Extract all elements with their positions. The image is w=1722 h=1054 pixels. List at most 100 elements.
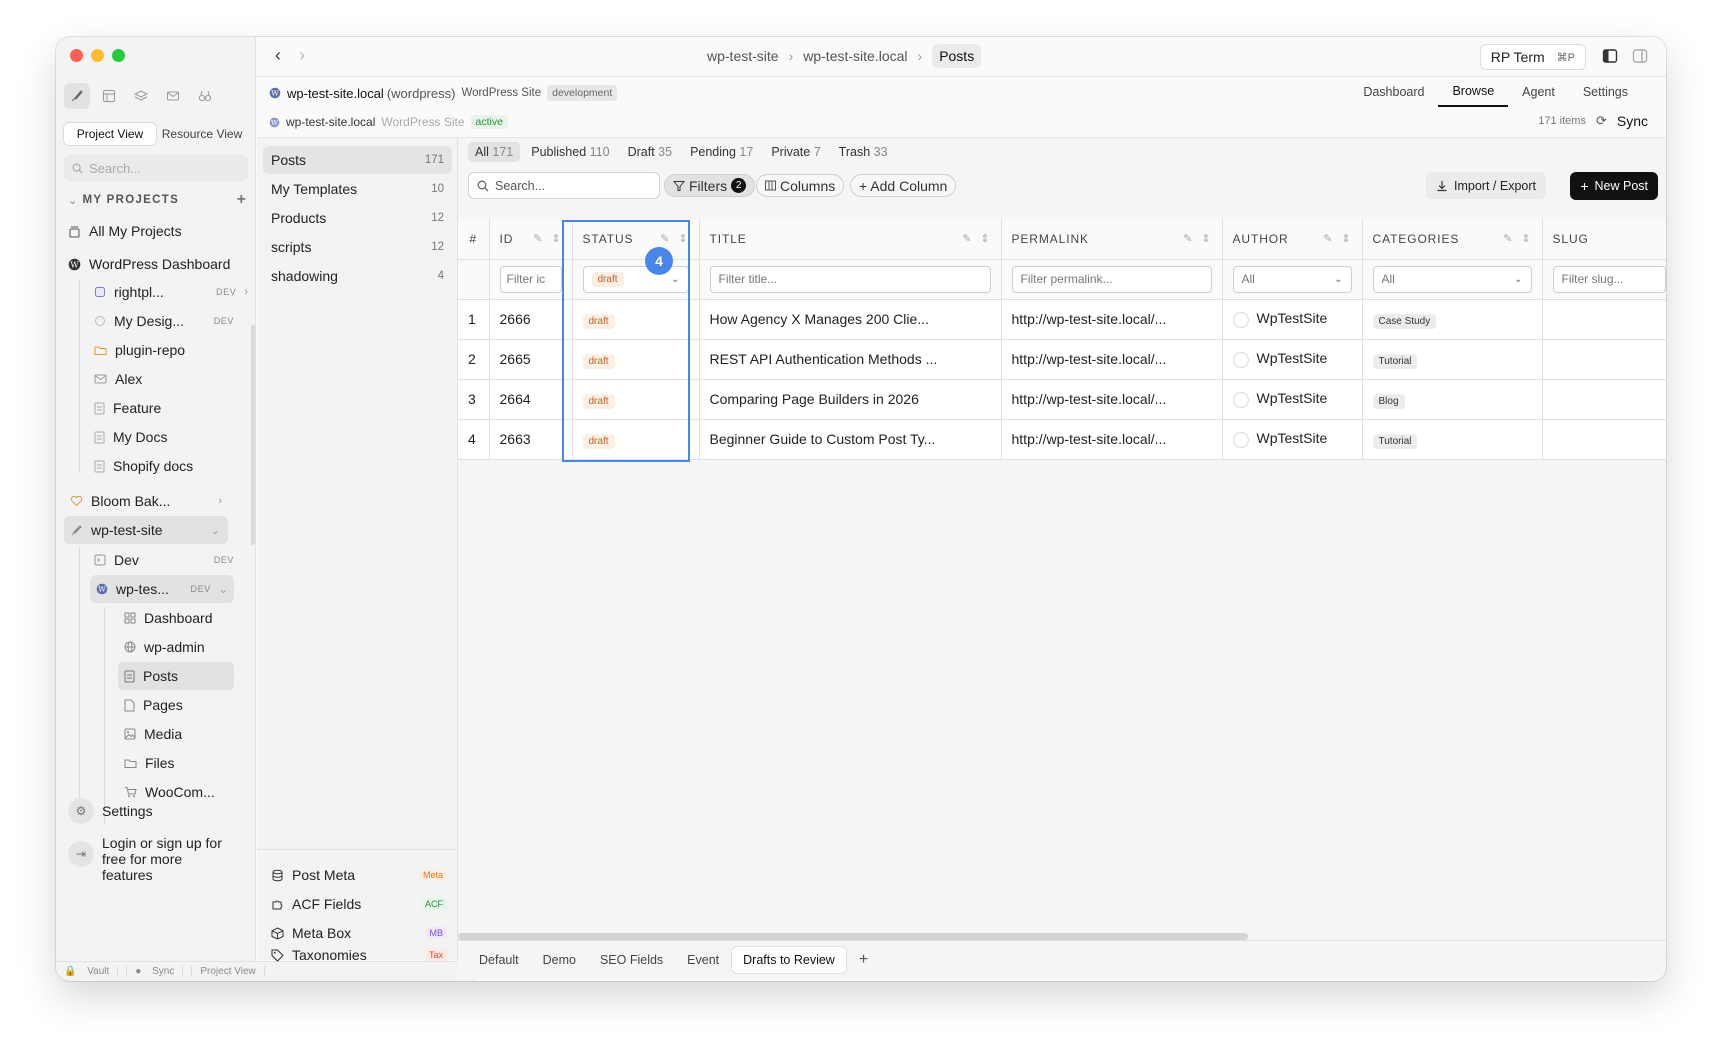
cell-id[interactable]: 2663 (489, 419, 573, 460)
minimize-window-button[interactable] (91, 49, 104, 62)
view-tab-event[interactable]: Event (676, 947, 730, 973)
cell-title[interactable]: REST API Authentication Methods ... (699, 339, 1002, 380)
sidebar-item-dashboard[interactable]: Dashboard (124, 604, 244, 632)
layout-icon[interactable] (96, 83, 122, 109)
toggle-panel-icon[interactable] (1632, 48, 1648, 67)
status-tab-pending[interactable]: Pending 17 (683, 142, 760, 162)
sidebar-item-all-projects[interactable]: All My Projects (68, 217, 248, 245)
cell-title[interactable]: Beginner Guide to Custom Post Ty... (699, 419, 1002, 460)
cell-id[interactable]: 2666 (489, 299, 573, 340)
view-status[interactable]: Project View (192, 966, 265, 977)
sidebar-scrollbar[interactable] (251, 325, 255, 545)
meta-item-taxonomies[interactable]: Taxonomies Tax (271, 947, 447, 963)
nav-item-products[interactable]: Products 12 (263, 204, 452, 232)
sidebar-item-shopify-docs[interactable]: Shopify docs (94, 452, 244, 480)
toggle-sidebar-icon[interactable] (1602, 48, 1618, 67)
cell-slug[interactable] (1542, 379, 1666, 420)
col-header-status[interactable]: STATUS ✎ ⇕ (572, 219, 700, 260)
cell-categories[interactable]: Tutorial (1362, 419, 1543, 460)
status-tab-trash[interactable]: Trash 33 (832, 142, 895, 162)
nav-item-posts[interactable]: Posts 171 (263, 146, 452, 174)
cell-permalink[interactable]: http://wp-test-site.local/... (1001, 379, 1223, 420)
tab-browse[interactable]: Browse (1438, 77, 1509, 107)
title-filter-input[interactable]: Filter title... (709, 265, 991, 293)
sync-status[interactable]: ● Sync (127, 966, 193, 977)
view-tab-seo-fields[interactable]: SEO Fields (589, 947, 674, 973)
col-header-author[interactable]: AUTHOR ✎ ⇕ (1222, 219, 1363, 260)
sidebar-item-wordpress-dashboard[interactable]: W WordPress Dashboard (68, 250, 248, 278)
meta-item-post-meta[interactable]: Post Meta Meta (271, 862, 447, 888)
cell-permalink[interactable]: http://wp-test-site.local/... (1001, 419, 1223, 460)
login-prompt[interactable]: ⇥ Login or sign up for free for more fea… (68, 835, 232, 883)
sidebar-item-dev[interactable]: Dev DEV (94, 546, 234, 574)
sidebar-item-files[interactable]: Files (124, 749, 244, 777)
cell-slug[interactable] (1542, 339, 1666, 380)
cell-id[interactable]: 2665 (489, 339, 573, 380)
cell-permalink[interactable]: http://wp-test-site.local/... (1001, 299, 1223, 340)
close-window-button[interactable] (70, 49, 83, 62)
cell-author[interactable]: WpTestSite (1222, 419, 1363, 460)
meta-item-meta-box[interactable]: Meta Box MB (271, 920, 447, 946)
view-tab-default[interactable]: Default (468, 947, 530, 973)
cell-slug[interactable] (1542, 419, 1666, 460)
cell-author[interactable]: WpTestSite (1222, 379, 1363, 420)
cell-status[interactable]: draft (572, 339, 700, 380)
cell-categories[interactable]: Case Study (1362, 299, 1543, 340)
mail-icon[interactable] (160, 83, 186, 109)
sidebar-item-wp-tes[interactable]: W wp-tes... DEV ⌄ (90, 575, 234, 603)
cell-status[interactable]: draft (572, 419, 700, 460)
table-search-input[interactable]: Search... (468, 172, 660, 199)
vault-status[interactable]: 🔒 Vault (56, 966, 128, 977)
col-header-slug[interactable]: SLUG (1542, 219, 1666, 260)
sidebar-item-pages[interactable]: Pages (124, 691, 244, 719)
tab-project-view[interactable]: Project View (64, 123, 156, 145)
sidebar-item-plugin-repo[interactable]: plugin-repo (94, 336, 244, 364)
categories-filter-select[interactable]: All ⌄ (1372, 265, 1532, 293)
zoom-window-button[interactable] (112, 49, 125, 62)
filters-button[interactable]: Filters 2 (664, 174, 756, 197)
cell-title[interactable]: How Agency X Manages 200 Clie... (699, 299, 1002, 340)
cell-status[interactable]: draft (572, 379, 700, 420)
table-row[interactable]: 1 2666 draft How Agency X Manages 200 Cl… (458, 299, 1666, 340)
sidebar-search-input[interactable]: Search... (64, 155, 248, 181)
chevron-down-icon[interactable]: ⌄ (219, 583, 228, 596)
settings-button[interactable]: ⚙ Settings (68, 798, 153, 824)
cell-categories[interactable]: Blog (1362, 379, 1543, 420)
binoculars-icon[interactable] (192, 83, 218, 109)
sidebar-item-rightpl[interactable]: rightpl... DEV › (94, 278, 248, 306)
nav-item-scripts[interactable]: scripts 12 (263, 233, 452, 261)
import-export-button[interactable]: Import / Export (1426, 172, 1546, 199)
status-tab-published[interactable]: Published 110 (524, 142, 616, 162)
sidebar-item-wp-test-site[interactable]: wp-test-site ⌄ (64, 516, 228, 544)
add-project-icon[interactable]: + (237, 191, 246, 209)
tab-dashboard[interactable]: Dashboard (1349, 77, 1438, 107)
refresh-icon[interactable]: ⟳ (1596, 113, 1607, 129)
sidebar-item-alex[interactable]: Alex (94, 365, 244, 393)
cell-author[interactable]: WpTestSite (1222, 339, 1363, 380)
status-tab-draft[interactable]: Draft 35 (621, 142, 679, 162)
cell-categories[interactable]: Tutorial (1362, 339, 1543, 380)
col-header-id[interactable]: ID ✎ ⇕ (489, 219, 573, 260)
breadcrumb-host[interactable]: wp-test-site.local (803, 48, 907, 64)
col-header-categories[interactable]: CATEGORIES ✎ ⇕ (1362, 219, 1543, 260)
columns-button[interactable]: Columns (756, 174, 845, 197)
permalink-filter-input[interactable]: Filter permalink... (1011, 265, 1212, 293)
author-filter-select[interactable]: All ⌄ (1232, 265, 1352, 293)
status-filter-select[interactable]: draft ⌄ (582, 265, 689, 293)
nav-item-shadowing[interactable]: shadowing 4 (263, 262, 452, 290)
cell-author[interactable]: WpTestSite (1222, 299, 1363, 340)
chevron-right-icon[interactable]: › (218, 495, 222, 507)
layers-icon[interactable] (128, 83, 154, 109)
meta-item-acf-fields[interactable]: ACF Fields ACF (271, 891, 447, 917)
chevron-down-icon[interactable]: ⌄ (211, 524, 220, 537)
sidebar-item-posts[interactable]: Posts (118, 662, 234, 690)
chevron-down-icon[interactable]: ⌄ (68, 194, 79, 207)
tab-resource-view[interactable]: Resource View (156, 123, 248, 145)
sync-button[interactable]: Sync (1617, 113, 1648, 129)
sidebar-item-feature[interactable]: Feature (94, 394, 244, 422)
col-header-title[interactable]: TITLE ✎ ⇕ (699, 219, 1002, 260)
status-tab-private[interactable]: Private 7 (764, 142, 827, 162)
table-row[interactable]: 2 2665 draft REST API Authentication Met… (458, 339, 1666, 380)
col-header-permalink[interactable]: PERMALINK ✎ ⇕ (1001, 219, 1223, 260)
sidebar-item-my-docs[interactable]: My Docs (94, 423, 244, 451)
